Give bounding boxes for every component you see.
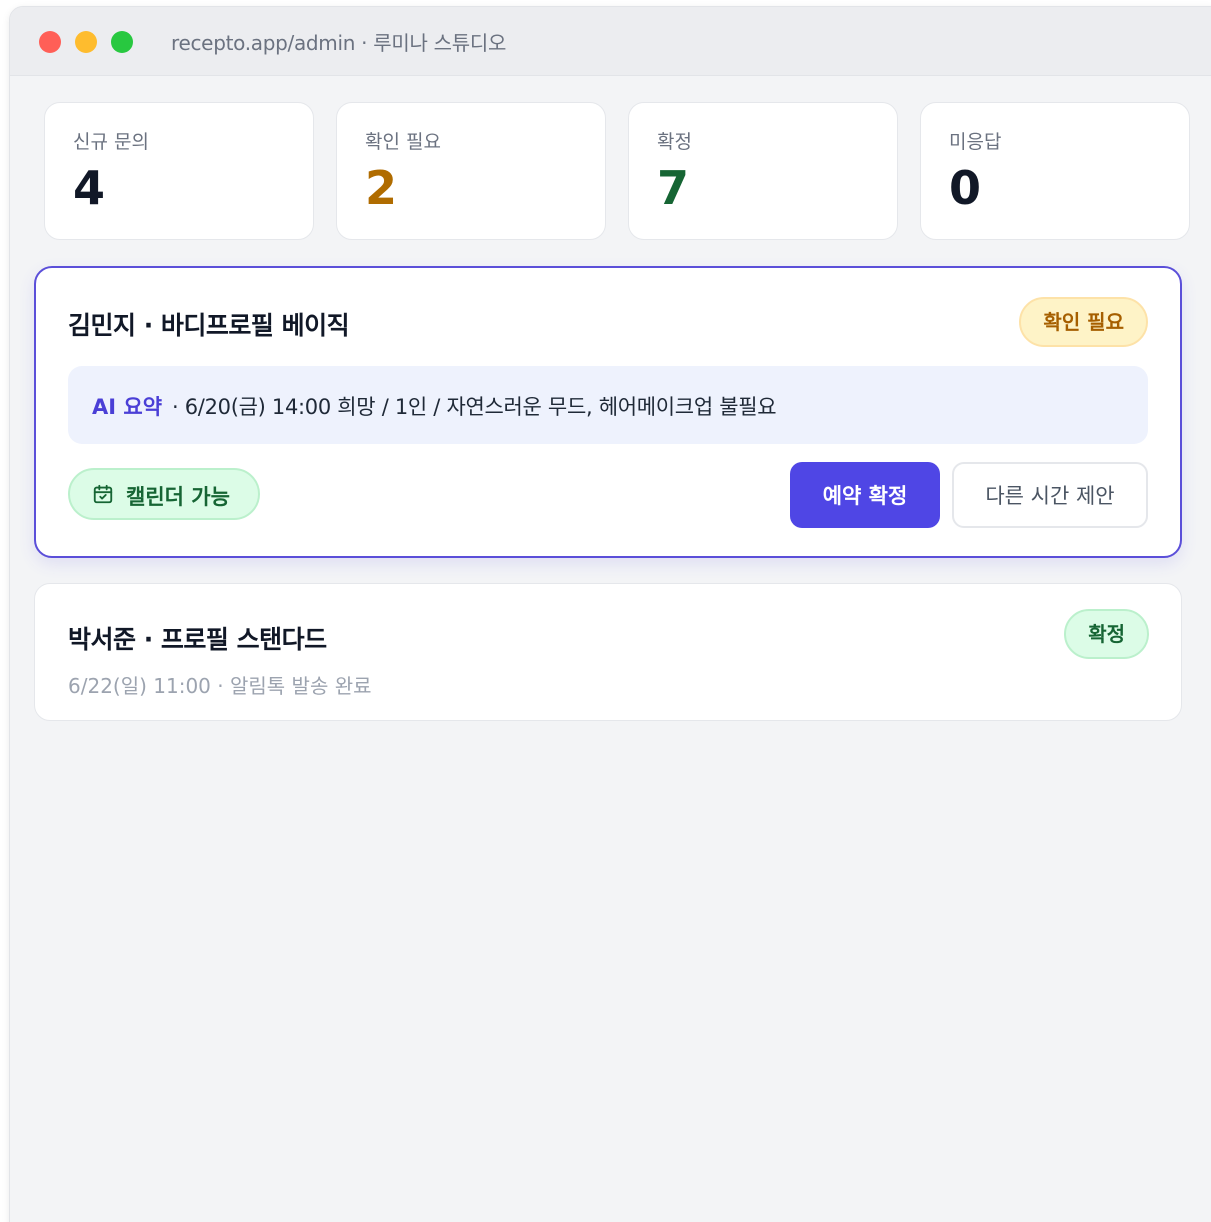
- stat-value: 2: [365, 161, 398, 215]
- calendar-check-icon: [93, 484, 113, 504]
- close-window-button[interactable]: [39, 31, 61, 53]
- status-badge: 확인 필요: [1019, 297, 1148, 347]
- inquiry-title: 김민지 · 바디프로필 베이직: [68, 311, 350, 340]
- ai-summary-text: · 6/20(금) 14:00 희망 / 1인 / 자연스러운 무드, 헤어메이…: [172, 395, 777, 419]
- stat-card-needs-check: 확인 필요 2: [336, 102, 606, 240]
- address-text: recepto.app/admin · 루미나 스튜디오: [171, 31, 507, 55]
- status-badge: 확정: [1064, 609, 1149, 659]
- inquiry-card-confirmed[interactable]: 박서준 · 프로필 스탠다드 확정 6/22(일) 11:00 · 알림톡 발송…: [34, 583, 1182, 721]
- maximize-window-button[interactable]: [111, 31, 133, 53]
- stat-label: 확정: [657, 131, 692, 153]
- minimize-window-button[interactable]: [75, 31, 97, 53]
- stat-card-unanswered: 미응답 0: [920, 102, 1190, 240]
- confirm-booking-button[interactable]: 예약 확정: [790, 462, 940, 528]
- stat-value: 0: [949, 161, 982, 215]
- stat-value: 4: [73, 161, 106, 215]
- inquiry-meta: 6/22(일) 11:00 · 알림톡 발송 완료: [68, 674, 372, 698]
- stat-label: 미응답: [949, 131, 1002, 153]
- ai-summary-label: AI 요약: [92, 395, 163, 419]
- stat-card-confirmed: 확정 7: [628, 102, 898, 240]
- inquiry-card-active[interactable]: 김민지 · 바디프로필 베이직 확인 필요 AI 요약 · 6/20(금) 14…: [34, 266, 1182, 558]
- stat-label: 확인 필요: [365, 131, 441, 153]
- title-bar: recepto.app/admin · 루미나 스튜디오: [10, 7, 1211, 76]
- inquiry-title: 박서준 · 프로필 스탠다드: [68, 625, 327, 654]
- suggest-other-time-button[interactable]: 다른 시간 제안: [952, 462, 1148, 528]
- stat-card-new: 신규 문의 4: [44, 102, 314, 240]
- stat-label: 신규 문의: [73, 131, 149, 153]
- stat-value: 7: [657, 161, 690, 215]
- calendar-chip-label: 캘린더 가능: [126, 485, 230, 509]
- calendar-availability-chip: 캘린더 가능: [68, 468, 260, 520]
- ai-summary-box: AI 요약 · 6/20(금) 14:00 희망 / 1인 / 자연스러운 무드…: [68, 366, 1148, 444]
